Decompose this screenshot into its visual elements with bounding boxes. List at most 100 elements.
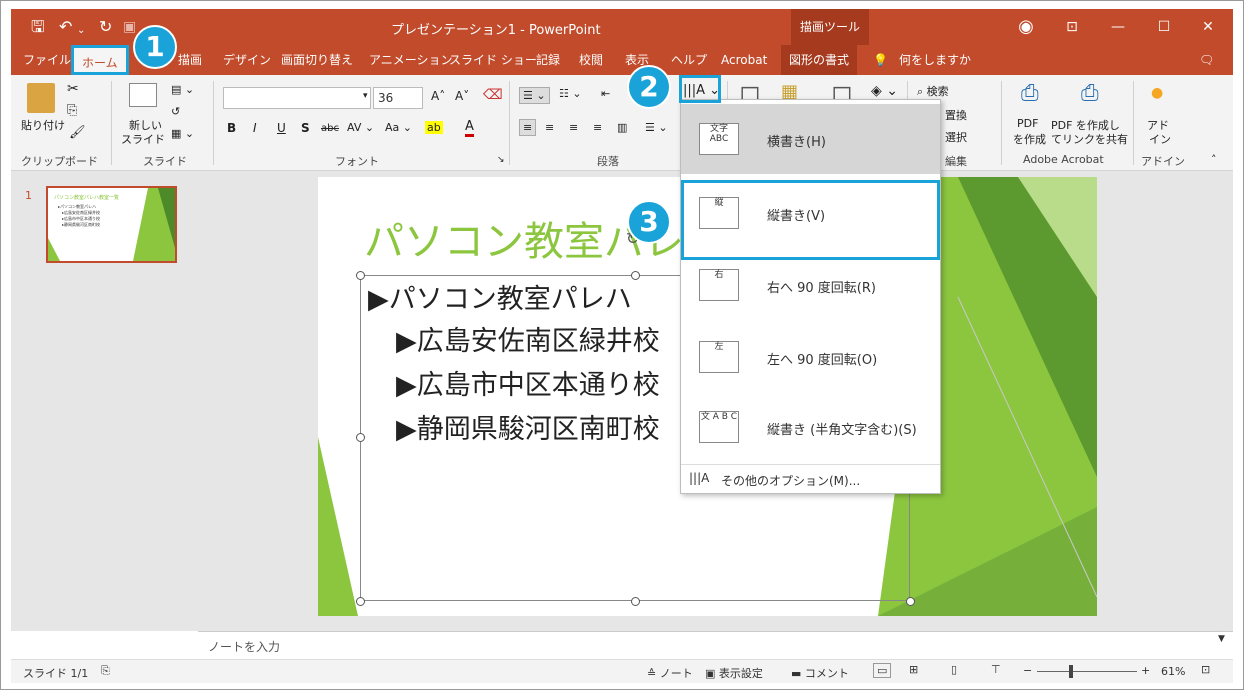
dialog-launcher-icon[interactable]: ↘ xyxy=(497,155,505,165)
tell-me-search[interactable]: 何をしますか xyxy=(899,45,971,75)
resize-handle[interactable] xyxy=(356,597,365,606)
pdf-create-line2[interactable]: を作成 xyxy=(1013,131,1046,147)
slideshow-view-icon[interactable]: ⊤ xyxy=(991,663,1001,676)
format-painter-icon[interactable]: 🖌 xyxy=(69,125,86,140)
tab-draw[interactable]: 描画 xyxy=(178,45,202,75)
section-icon[interactable]: ▦ ⌄ xyxy=(171,127,194,140)
undo-icon[interactable]: ↶ xyxy=(59,17,72,37)
clear-format-icon[interactable]: ⌫ xyxy=(483,87,503,103)
account-icon[interactable]: ◉ xyxy=(1011,15,1041,39)
underline-button[interactable]: U xyxy=(277,121,286,135)
tab-help[interactable]: ヘルプ xyxy=(671,45,707,75)
pdf-share-icon[interactable]: ⎙ xyxy=(1081,81,1099,106)
shrink-font-icon[interactable]: A˅ xyxy=(455,89,469,103)
justify-icon[interactable]: ≡ xyxy=(593,121,602,134)
char-spacing-icon[interactable]: AV ⌄ xyxy=(347,121,374,134)
italic-button[interactable]: I xyxy=(253,121,257,135)
tab-design[interactable]: デザイン xyxy=(223,45,271,75)
minimize-button[interactable]: — xyxy=(1103,15,1133,39)
align-right-icon[interactable]: ≡ xyxy=(569,121,578,134)
menu-item-vertical-halfwidth[interactable]: 文 A B C 縦書き (半角文字含む)(S) xyxy=(681,392,940,462)
addin-line2[interactable]: イン xyxy=(1149,131,1171,147)
menu-item-more-options[interactable]: |||A その他のオプション(M)... xyxy=(681,466,940,492)
menu-item-rotate-right[interactable]: 右 右へ 90 度回転(R) xyxy=(681,250,940,320)
reset-icon[interactable]: ↺ xyxy=(171,105,180,118)
collapse-ribbon-icon[interactable]: ˄ xyxy=(1211,153,1217,166)
tab-slideshow[interactable]: スライド ショー xyxy=(449,45,537,75)
tab-acrobat[interactable]: Acrobat xyxy=(721,45,767,75)
fit-slide-icon[interactable]: ⊡ xyxy=(1201,663,1210,676)
grow-font-icon[interactable]: A˄ xyxy=(431,89,445,103)
select-button[interactable]: 選択 xyxy=(945,129,967,145)
layout-icon[interactable]: ▤ ⌄ xyxy=(171,83,194,96)
new-slide-line2[interactable]: スライド xyxy=(121,131,165,147)
slide-sorter-icon[interactable]: ⊞ xyxy=(909,663,918,676)
chevron-down-icon[interactable]: ▾ xyxy=(363,91,368,101)
save-icon[interactable]: 🖫 xyxy=(31,17,45,37)
font-size-select[interactable]: 36 xyxy=(373,87,423,109)
redo-icon[interactable]: ↻ xyxy=(99,17,112,37)
zoom-level[interactable]: 61% xyxy=(1161,665,1185,678)
scroll-down-icon[interactable]: ▼ xyxy=(1218,634,1225,644)
zoom-out-button[interactable]: − xyxy=(1023,664,1032,677)
tab-animations[interactable]: アニメーション xyxy=(369,45,453,75)
comments-toggle[interactable]: ▬ コメント xyxy=(791,665,849,681)
menu-item-horizontal[interactable]: 文字 ABC 横書き(H) xyxy=(681,104,940,174)
paste-button[interactable]: 貼り付け xyxy=(21,117,65,133)
bold-button[interactable]: B xyxy=(227,121,236,135)
change-case-icon[interactable]: Aa ⌄ xyxy=(385,121,412,134)
pdf-create-line1[interactable]: PDF xyxy=(1017,117,1038,130)
distribute-icon[interactable]: ▥ xyxy=(617,121,627,134)
pdf-share-line2[interactable]: てリンクを共有 xyxy=(1051,131,1128,147)
tab-file[interactable]: ファイル xyxy=(23,45,71,75)
bullets-icon[interactable]: ☰ ⌄ xyxy=(519,87,550,104)
resize-handle[interactable] xyxy=(906,597,915,606)
tab-transitions[interactable]: 画面切り替え xyxy=(281,45,353,75)
resize-handle[interactable] xyxy=(631,271,640,280)
tab-shape-format[interactable]: 図形の書式 xyxy=(781,45,858,75)
reading-view-icon[interactable]: ▯ xyxy=(951,663,957,676)
undo-dropdown-icon[interactable]: ⌄ xyxy=(77,21,85,41)
paste-icon[interactable] xyxy=(27,83,55,113)
align-left-icon[interactable]: ≡ xyxy=(519,119,537,136)
notes-toggle[interactable]: ≙ ノート xyxy=(647,665,693,681)
bullet-item[interactable]: ▶静岡県駿河区南町校 xyxy=(396,407,660,446)
ribbon-display-icon[interactable]: ⊡ xyxy=(1057,15,1087,39)
start-slideshow-icon[interactable]: ▣ xyxy=(123,17,136,37)
resize-handle[interactable] xyxy=(631,597,640,606)
strikethrough-button[interactable]: abc xyxy=(321,123,339,134)
new-slide-icon[interactable] xyxy=(129,83,157,107)
zoom-slider[interactable] xyxy=(1037,671,1137,672)
replace-button[interactable]: 置換 xyxy=(945,107,967,123)
resize-handle[interactable] xyxy=(356,433,365,442)
highlight-icon[interactable]: ab xyxy=(425,121,443,134)
numbering-icon[interactable]: ☷ ⌄ xyxy=(559,87,582,100)
decrease-indent-icon[interactable]: ⇤ xyxy=(601,87,610,100)
comments-icon[interactable]: 🗨 xyxy=(1199,45,1214,75)
zoom-slider-thumb[interactable] xyxy=(1069,665,1073,678)
pdf-create-icon[interactable]: ⎙ xyxy=(1021,81,1039,106)
bullet-item[interactable]: ▶広島市中区本通り校 xyxy=(396,363,660,402)
shape-fill-icon[interactable]: ◈ ⌄ xyxy=(871,83,898,99)
maximize-button[interactable]: ☐ xyxy=(1149,15,1179,39)
align-center-icon[interactable]: ≡ xyxy=(545,121,554,134)
font-color-icon[interactable]: A xyxy=(465,119,474,137)
tab-review[interactable]: 校閲 xyxy=(579,45,603,75)
slide-thumbnail[interactable]: パソコン教室パレハ教室一覧 ▸パソコン教室パレハ ▸広島安佐南区緑井校 ▸広島市… xyxy=(46,186,177,263)
close-button[interactable]: ✕ xyxy=(1193,15,1223,39)
tab-record[interactable]: 記録 xyxy=(536,45,560,75)
cut-icon[interactable]: ✂ xyxy=(67,81,79,97)
zoom-in-button[interactable]: + xyxy=(1141,664,1150,677)
accessibility-icon[interactable]: ⎘ xyxy=(101,664,110,678)
tab-home[interactable]: ホーム xyxy=(71,45,129,75)
normal-view-icon[interactable]: ▭ xyxy=(873,663,892,678)
font-name-select[interactable] xyxy=(223,87,371,109)
shadow-button[interactable]: S xyxy=(301,121,310,135)
copy-icon[interactable]: ⎘ xyxy=(67,103,77,118)
display-settings[interactable]: ▣ 表示設定 xyxy=(705,665,763,681)
notes-pane[interactable]: ノートを入力 ▼ xyxy=(198,631,1233,659)
addin-icon[interactable]: ● xyxy=(1151,85,1163,101)
columns-icon[interactable]: ☰ ⌄ xyxy=(645,121,668,134)
resize-handle[interactable] xyxy=(356,271,365,280)
menu-item-rotate-left[interactable]: 左 左へ 90 度回転(O) xyxy=(681,322,940,392)
